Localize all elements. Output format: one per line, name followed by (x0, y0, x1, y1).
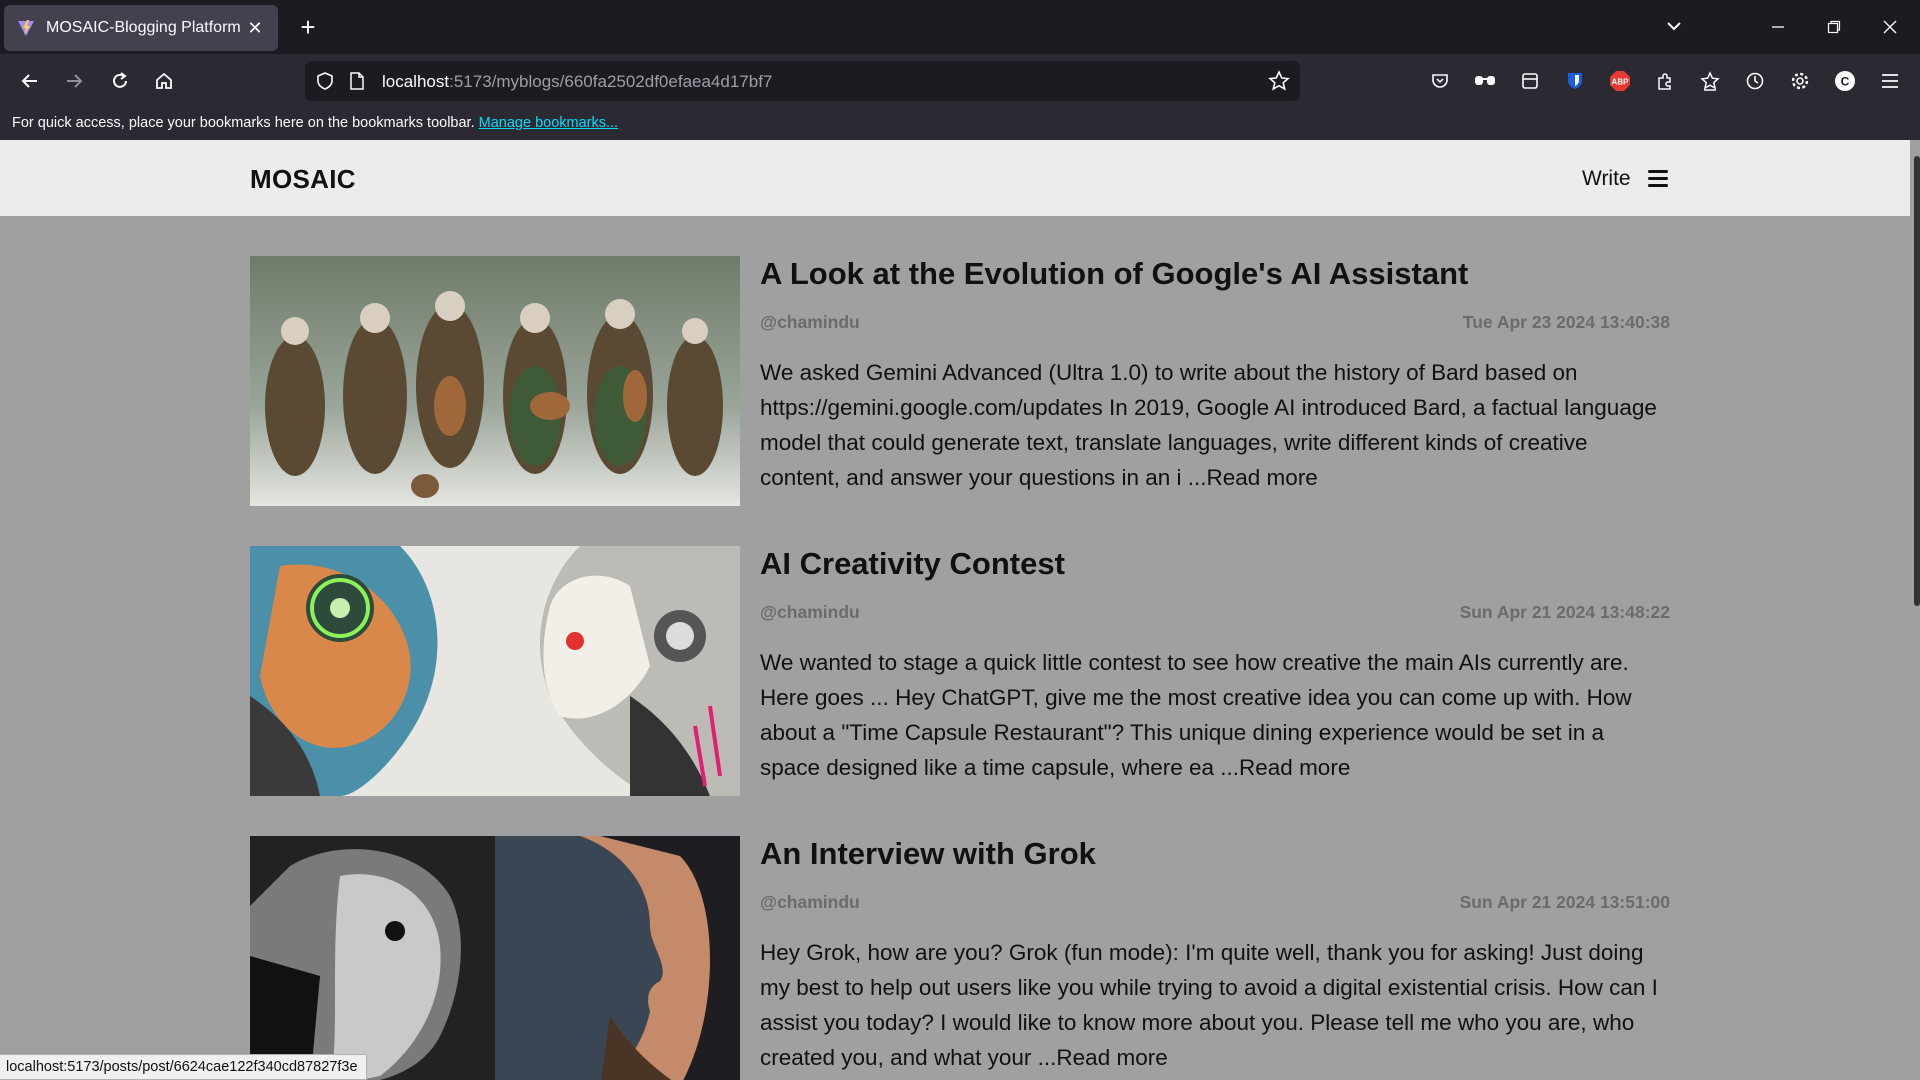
post-image[interactable] (250, 836, 740, 1080)
page-content: MOSAIC Write A Look at the Evolution of … (0, 140, 1920, 1080)
home-icon[interactable] (148, 67, 180, 95)
list-all-tabs-icon[interactable] (1658, 12, 1690, 42)
page-scrollbar[interactable] (1914, 156, 1920, 606)
reload-icon[interactable] (104, 67, 136, 95)
post-date: Tue Apr 23 2024 13:40:38 (1462, 312, 1670, 332)
page-icon[interactable] (348, 71, 366, 91)
post-image[interactable] (250, 256, 740, 506)
post-card[interactable]: AI Creativity Contest @chamindu Sun Apr … (250, 546, 1670, 796)
sidebar-icon[interactable] (1515, 67, 1545, 95)
site-header: MOSAIC Write (0, 140, 1910, 216)
restore-icon[interactable] (1814, 12, 1854, 42)
app-menu-icon[interactable] (1875, 67, 1905, 95)
pocket-icon[interactable] (1425, 67, 1455, 95)
adblock-plus-icon[interactable]: ABP (1605, 67, 1635, 95)
tab-strip: MOSAIC-Blogging Platform ✕ + (0, 0, 1920, 54)
post-card[interactable]: A Look at the Evolution of Google's AI A… (250, 256, 1670, 506)
url-text[interactable]: localhost:5173/myblogs/660fa2502df0efaea… (382, 72, 772, 92)
post-card[interactable]: An Interview with Grok @chamindu Sun Apr… (250, 836, 1670, 1080)
post-date: Sun Apr 21 2024 13:48:22 (1459, 602, 1670, 622)
bitwarden-icon[interactable] (1560, 67, 1590, 95)
history-clock-icon[interactable] (1740, 67, 1770, 95)
manage-bookmarks-link[interactable]: Manage bookmarks... (479, 115, 618, 131)
tab-close-icon[interactable]: ✕ (244, 18, 266, 39)
settings-gear-icon[interactable] (1785, 67, 1815, 95)
post-author: @chamindu (760, 892, 860, 912)
post-excerpt[interactable]: We wanted to stage a quick little contes… (760, 645, 1670, 785)
reader-glasses-icon[interactable] (1470, 67, 1500, 95)
bookmark-star-icon[interactable] (1268, 70, 1290, 92)
hamburger-menu-icon[interactable] (1648, 170, 1668, 187)
site-logo[interactable]: MOSAIC (250, 164, 356, 195)
active-tab[interactable]: MOSAIC-Blogging Platform ✕ (4, 5, 278, 51)
new-tab-icon[interactable]: + (292, 12, 324, 42)
bookmarks-toolbar: For quick access, place your bookmarks h… (0, 108, 1920, 140)
back-icon[interactable] (14, 67, 46, 95)
post-title[interactable]: An Interview with Grok (760, 836, 1096, 872)
post-author: @chamindu (760, 312, 860, 332)
post-excerpt[interactable]: Hey Grok, how are you? Grok (fun mode): … (760, 935, 1670, 1075)
post-author: @chamindu (760, 602, 860, 622)
post-image[interactable] (250, 546, 740, 796)
navigation-toolbar: localhost:5173/myblogs/660fa2502df0efaea… (0, 54, 1920, 108)
forward-icon[interactable] (58, 67, 90, 95)
write-link[interactable]: Write (1582, 167, 1631, 191)
minimize-icon[interactable] (1758, 12, 1798, 42)
vite-favicon-icon (18, 20, 34, 36)
bookmarks-message: For quick access, place your bookmarks h… (12, 115, 475, 131)
extensions-icon[interactable] (1650, 67, 1680, 95)
shield-icon[interactable] (315, 71, 335, 91)
account-avatar-icon[interactable]: C (1830, 67, 1860, 95)
close-window-icon[interactable] (1870, 12, 1910, 42)
post-date: Sun Apr 21 2024 13:51:00 (1459, 892, 1670, 912)
post-excerpt[interactable]: We asked Gemini Advanced (Ultra 1.0) to … (760, 355, 1670, 495)
tab-title: MOSAIC-Blogging Platform (46, 19, 241, 36)
link-status-bar: localhost:5173/posts/post/6624cae122f340… (0, 1054, 367, 1080)
bookmarks-star-icon[interactable] (1695, 67, 1725, 95)
url-bar[interactable]: localhost:5173/myblogs/660fa2502df0efaea… (305, 61, 1300, 101)
svg-text:ABP: ABP (1612, 78, 1630, 87)
post-title[interactable]: A Look at the Evolution of Google's AI A… (760, 256, 1468, 292)
svg-text:C: C (1841, 75, 1850, 89)
post-title[interactable]: AI Creativity Contest (760, 546, 1065, 582)
